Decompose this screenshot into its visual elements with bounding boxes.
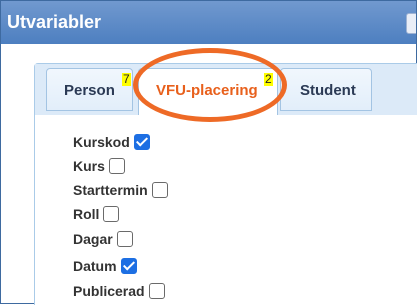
field-row-starttermin: Starttermin [73,181,168,201]
tab-person[interactable]: Person 7 [46,68,133,111]
field-row-publicerad: Publicerad [73,282,165,302]
close-button[interactable] [406,13,416,34]
dagar-checkbox[interactable] [116,230,133,247]
starttermin-checkbox[interactable] [151,181,168,198]
tab-person-count: 7 [122,72,131,86]
tab-vfu-placering[interactable]: VFU-placering 2 [138,68,278,115]
field-label: Starttermin [73,181,148,198]
tab-vfu-placering-label: VFU-placering [156,82,258,99]
field-label: Kurskod [73,133,130,150]
tab-student-label: Student [300,82,356,99]
tab-person-label: Person [64,82,115,99]
field-row-dagar: Dagar [73,230,133,250]
field-label: Publicerad [73,282,145,299]
tab-vfu-placering-count: 2 [264,72,273,86]
field-label: Datum [73,257,117,274]
kurskod-checkbox[interactable] [133,133,150,150]
field-row-datum: Datum [73,257,137,277]
field-label: Roll [73,205,100,222]
field-label: Kurs [73,157,105,174]
tab-student[interactable]: Student [280,68,372,111]
field-label: Dagar [73,230,113,247]
field-row-kurs: Kurs [73,157,125,177]
field-row-roll: Roll [73,205,120,225]
kurs-checkbox[interactable] [108,157,125,174]
window-title: Utvariabler [7,12,102,32]
field-row-kurskod: Kurskod [73,133,150,153]
roll-checkbox[interactable] [103,205,120,222]
publicerad-checkbox[interactable] [148,282,165,299]
title-bar: Utvariabler [1,1,416,44]
datum-checkbox[interactable] [120,257,137,274]
